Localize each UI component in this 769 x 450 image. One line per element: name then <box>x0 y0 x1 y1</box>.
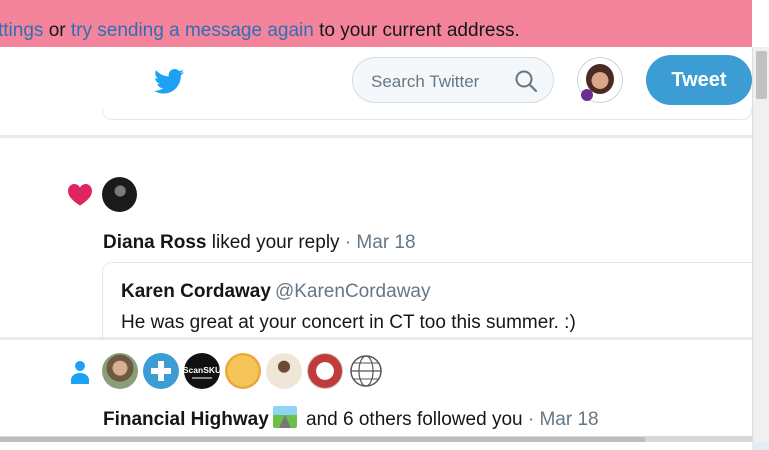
santa-avatar[interactable] <box>307 353 343 389</box>
previous-quote-box <box>102 108 752 120</box>
actor-name-link[interactable]: Diana Ross <box>103 232 206 253</box>
quoted-author-name[interactable]: Karen Cordaway <box>121 281 271 302</box>
vertical-scrollbar[interactable] <box>752 47 769 442</box>
like-summary: Diana Ross liked your reply · Mar 18 <box>103 232 416 254</box>
plus-icon <box>151 361 171 381</box>
notifications-feed: Diana Ross liked your reply · Mar 18 Kar… <box>0 108 762 450</box>
globe-icon <box>350 355 382 387</box>
follow-summary: Financial Highway and 6 others followed … <box>103 406 599 431</box>
person-icon <box>71 361 89 384</box>
profile-avatar-button[interactable] <box>577 57 623 103</box>
globe-sketch-avatar[interactable] <box>348 353 384 389</box>
scansku-text: ScanSKU <box>184 365 220 375</box>
resend-message-link[interactable]: try sending a message again <box>71 20 314 41</box>
banner-text-rest: to your current address. <box>313 20 520 41</box>
quoted-tweet-text: He was great at your concert in CT too t… <box>121 312 576 333</box>
search-icon[interactable] <box>514 69 538 93</box>
man-avatar[interactable] <box>102 353 138 389</box>
yellow-logo-avatar[interactable] <box>225 353 261 389</box>
plus-logo-avatar[interactable] <box>143 353 179 389</box>
horizontal-scrollbar-thumb[interactable] <box>0 437 645 442</box>
actor-name-link[interactable]: Financial Highway <box>103 409 269 430</box>
tweet-button[interactable]: Tweet <box>646 55 752 105</box>
follow-notification[interactable]: ScanSKU Financial Highway and 6 others f… <box>0 340 752 450</box>
timestamp[interactable]: · Mar 18 <box>523 409 599 430</box>
twitter-bird-icon[interactable] <box>154 69 184 94</box>
like-notification[interactable]: Diana Ross liked your reply · Mar 18 Kar… <box>0 138 762 348</box>
search-box[interactable]: Search Twitter <box>352 57 554 103</box>
scansku-logo-icon: ScanSKU <box>184 365 220 379</box>
diana-ross-avatar[interactable] <box>102 177 137 212</box>
status-dot-icon <box>581 89 593 101</box>
top-navigation-bar: Search Twitter Tweet <box>0 47 752 114</box>
window-edge <box>752 0 769 47</box>
action-text: liked your reply <box>206 232 340 253</box>
quoted-tweet[interactable]: Karen Cordaway @KarenCordaway He was grea… <box>102 262 762 348</box>
previous-notification-card[interactable] <box>0 108 752 136</box>
search-input[interactable]: Search Twitter <box>371 72 479 92</box>
scansku-avatar[interactable]: ScanSKU <box>184 353 220 389</box>
settings-link[interactable]: ttings <box>0 20 43 41</box>
banner-text-or: or <box>43 20 71 41</box>
person-avatar[interactable] <box>266 353 302 389</box>
road-emoji-icon <box>272 406 297 428</box>
action-text: and 6 others followed you <box>300 409 523 430</box>
quoted-author-handle: @KarenCordaway <box>274 281 431 302</box>
verification-banner: ttings or try sending a message again to… <box>0 0 752 47</box>
scrollbar-thumb[interactable] <box>756 51 767 99</box>
timestamp[interactable]: · Mar 18 <box>340 232 416 253</box>
heart-icon <box>68 184 92 206</box>
horizontal-scrollbar[interactable] <box>0 436 752 442</box>
quoted-author: Karen Cordaway @KarenCordaway <box>121 281 430 303</box>
